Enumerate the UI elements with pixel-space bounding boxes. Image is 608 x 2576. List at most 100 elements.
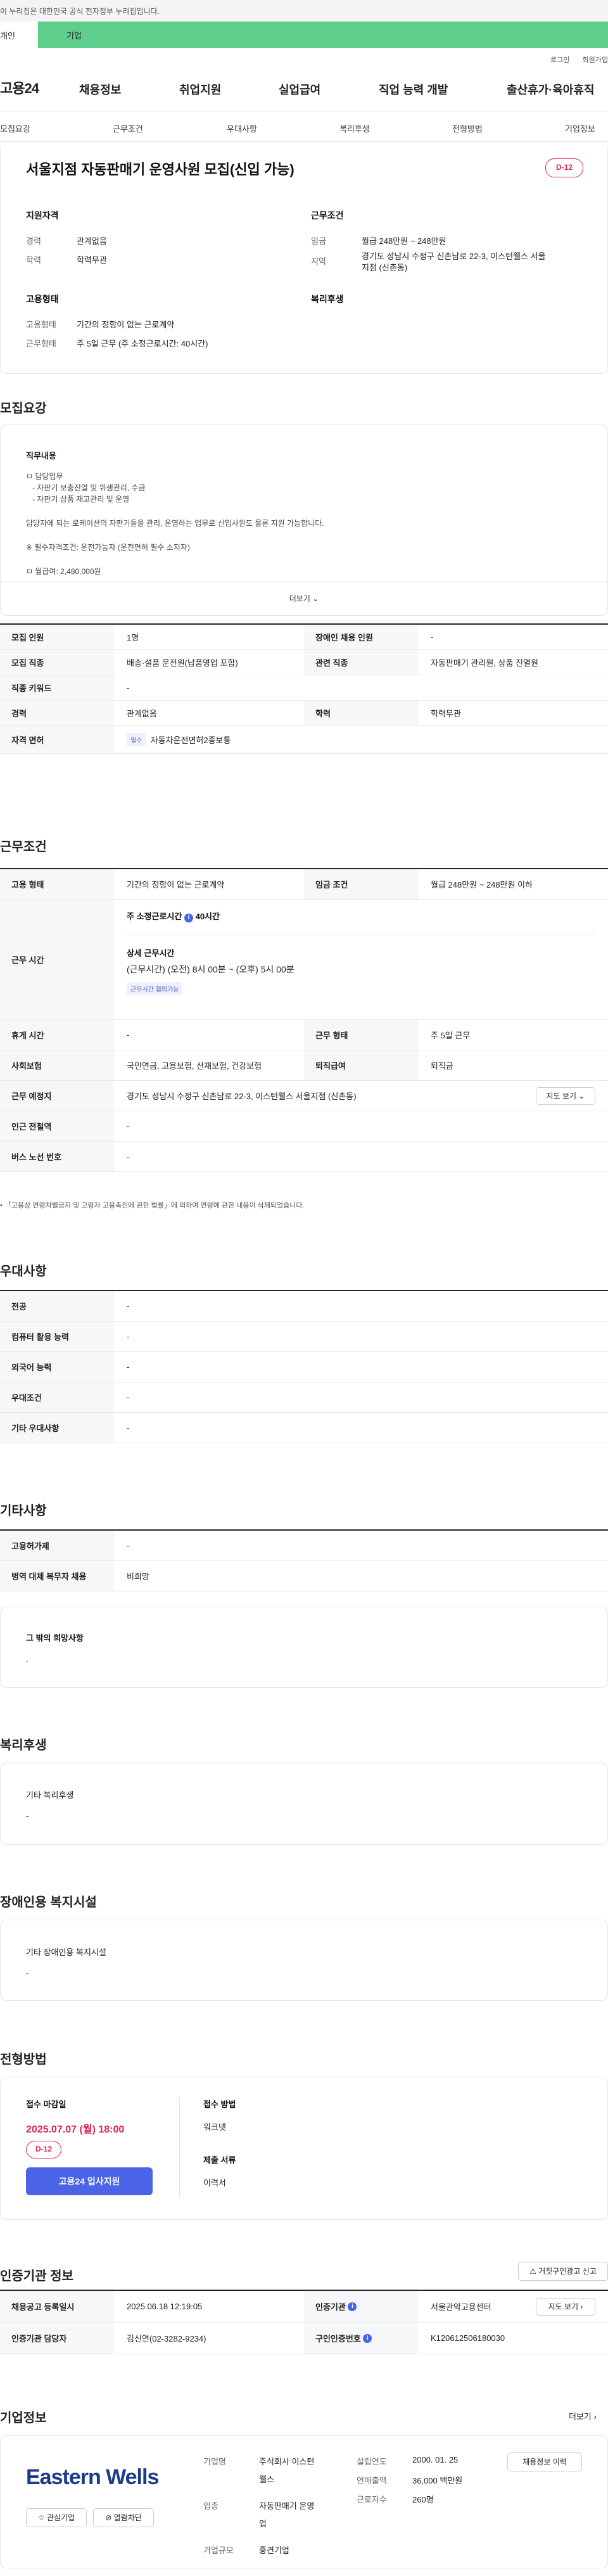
table-row: 근무 시간 주 소정근로시간 i 40시간 상세 근무시간 (근무시간) (오전… xyxy=(0,900,608,1020)
more-button[interactable]: 더보기 ⌄ xyxy=(1,581,607,615)
table-row: 경력 관계없음 학력 학력무관 xyxy=(0,701,608,726)
hours-tag: 근무시간 협의가능 xyxy=(127,982,183,995)
section-tabs: 모집요강 근무조건 우대사항 복리후생 전형방법 기업정보 xyxy=(0,112,608,142)
tab-company-info[interactable]: 기업정보 xyxy=(565,122,595,134)
table-row: 우대조건 - xyxy=(0,1382,608,1413)
map-button[interactable]: 지도 보기 ⌄ xyxy=(536,1087,595,1105)
td-severance: 퇴직금 xyxy=(431,1061,453,1071)
recruit-heading: 모집요강 xyxy=(0,402,47,416)
wage-label: 임금 xyxy=(311,236,326,246)
age-note: • 「고용상 연령차별금지 및 고령자 고용촉진에 관한 법률」에 의하여 연령… xyxy=(0,1202,305,1209)
industry-value: 자동판매기 운영 xyxy=(259,2501,315,2511)
th-reg: 채용공고 등록일시 xyxy=(0,2291,114,2322)
th-headcount: 모집 인원 xyxy=(0,625,114,649)
gnb-item-employment-support[interactable]: 취업지원 xyxy=(179,81,221,98)
chevron-right-icon: › xyxy=(580,2302,583,2311)
duty-card: 직무내용 ㅁ 담당업무 - 자판기 보충진열 및 위생관리, 수금 - 자판기 … xyxy=(0,424,608,616)
history-button[interactable]: 채용정보 이력 xyxy=(507,2452,582,2471)
hours-main: 주 소정근로시간 i 40시간 xyxy=(127,912,220,922)
company-more-link[interactable]: 더보기 › xyxy=(569,2410,597,2422)
fav-company-button[interactable]: ☆ 관심기업 xyxy=(26,2508,87,2527)
table-row: 병역 대체 복무자 채용 비희망 xyxy=(0,1561,608,1591)
tab-company[interactable]: 기업 xyxy=(38,29,82,41)
td-language: - xyxy=(127,1362,130,1372)
apply-button[interactable]: 고용24 입사지원 xyxy=(26,2167,153,2195)
duty-line: - 자판기 상품 재고관리 및 운영 xyxy=(32,495,130,504)
th-agency: 인증기관 i xyxy=(304,2291,418,2322)
site-logo[interactable]: 고용24 xyxy=(0,77,39,98)
td-permit: - xyxy=(127,1541,130,1550)
th-military: 병역 대체 복무자 채용 xyxy=(0,1561,114,1591)
table-row: 외국어 능력 - xyxy=(0,1352,608,1382)
duty-heading: 직무내용 xyxy=(26,451,56,461)
dday-badge: D-12 xyxy=(545,158,583,177)
th-auth: 구인인증번호 i xyxy=(304,2323,418,2354)
career-label: 경력 xyxy=(26,236,41,246)
info-icon[interactable]: i xyxy=(348,2302,357,2311)
company-name-label: 기업명 xyxy=(203,2457,226,2466)
work-type-value: 주 5일 근무 (주 소정근로시간: 40시간) xyxy=(77,339,208,348)
tab-welfare[interactable]: 복리후생 xyxy=(339,122,370,134)
region-value: 경기도 성남시 수정구 신촌남로 22-3, 이스턴웰스 서울 xyxy=(362,252,546,261)
edu-label: 학력 xyxy=(26,255,41,265)
edu-value: 학력무관 xyxy=(77,255,107,265)
gnb-item-leave[interactable]: 출산휴가·육아휴직 xyxy=(507,81,594,98)
gnb-item-training[interactable]: 직업 능력 개발 xyxy=(379,81,448,98)
cond-heading: 근무조건 xyxy=(311,210,344,220)
agency-map-button[interactable]: 지도 보기 › xyxy=(536,2298,595,2316)
td-job: 배송·설품 운전원(납품영업 포함) xyxy=(127,658,238,668)
company-logo: Eastern Wells xyxy=(26,2465,159,2489)
deadline-value: 2025.07.07 (월) 18:00 xyxy=(26,2124,125,2135)
other-wish-value: . xyxy=(26,1654,28,1664)
th-hours: 근무 시간 xyxy=(0,900,114,1019)
td-edu: 학력무관 xyxy=(431,709,461,718)
facility-card: 기타 장애인용 복지시설 - xyxy=(0,1920,608,2001)
hours-detail-head: 상세 근무시간 xyxy=(127,948,175,958)
login-link[interactable]: 로그인 xyxy=(550,54,569,64)
th-career: 경력 xyxy=(0,701,114,725)
td-reg: 2025.06.18 12:19:05 xyxy=(127,2302,203,2311)
table-row: 사회보험 국민연금, 고용보험, 산재보험, 건강보험 퇴직급여 퇴직금 xyxy=(0,1050,608,1081)
report-button[interactable]: ⚠ 거짓구인광고 신고 xyxy=(518,2262,608,2281)
page-title: 서울지점 자동판매기 운영사원 모집(신입 가능) xyxy=(26,162,294,177)
td-agency: 서울관악고용센터 xyxy=(431,2302,491,2312)
duty-line: 담당자에 되는 로케이션의 자판기들을 관리, 운영하는 업무로 신입사원도 물… xyxy=(26,519,324,528)
td-license: 자동차운전면허2종보통 xyxy=(150,736,231,745)
tab-process[interactable]: 전형방법 xyxy=(452,122,483,134)
th-major: 전공 xyxy=(0,1291,114,1321)
td-major: - xyxy=(127,1301,130,1311)
work-heading: 근무조건 xyxy=(0,840,47,854)
td-pref-cond: - xyxy=(127,1393,130,1402)
method-heading: 접수 방법 xyxy=(203,2100,236,2109)
method-value: 워크넷 xyxy=(203,2122,226,2132)
welfare-card: 기타 복리후생 - xyxy=(0,1763,608,1845)
etc-heading: 기타사항 xyxy=(0,1504,47,1518)
signup-link[interactable]: 회원가입 xyxy=(583,54,608,64)
td-place: 경기도 성남시 수정구 신촌남로 22-3, 이스턴웰스 서울지점 (신촌동) xyxy=(127,1092,357,1101)
info-icon[interactable]: i xyxy=(184,914,193,922)
td-wage: 월급 248만원 ~ 248만원 이하 xyxy=(431,880,533,889)
other-wish-card: 그 밖의 희망사항 . xyxy=(0,1607,608,1688)
emp-heading: 고용형태 xyxy=(26,294,59,304)
size-label: 기업규모 xyxy=(203,2546,234,2555)
block-button[interactable]: ⊘ 열람차단 xyxy=(93,2508,154,2527)
tab-recruit[interactable]: 모집요강 xyxy=(0,122,30,134)
td-disabled: - xyxy=(431,632,434,642)
th-permit: 고용허가제 xyxy=(0,1531,114,1560)
table-row: 직종 키워드 - xyxy=(0,675,608,701)
tab-work[interactable]: 근무조건 xyxy=(113,122,143,134)
tab-pref[interactable]: 우대사항 xyxy=(227,122,257,134)
company-name-value-2: 웰스 xyxy=(259,2475,274,2484)
founded-label: 설립연도 xyxy=(357,2457,387,2466)
cert-heading: 인증기관 정보 xyxy=(0,2269,73,2283)
table-row: 자격 면허 필수 자동차운전면허2종보통 xyxy=(0,726,608,754)
info-icon[interactable]: i xyxy=(363,2333,372,2343)
docs-heading: 제출 서류 xyxy=(203,2155,236,2165)
gnb-item-jobs[interactable]: 채용정보 xyxy=(79,81,121,98)
gnb-item-unemployment[interactable]: 실업급여 xyxy=(279,81,320,98)
required-tag: 필수 xyxy=(127,733,146,746)
tab-individual[interactable]: 개인 xyxy=(0,22,38,48)
th-subway: 인근 전철역 xyxy=(0,1111,114,1141)
warning-icon: ⚠ xyxy=(529,2267,536,2276)
th-form: 근무 형태 xyxy=(304,1020,418,1050)
